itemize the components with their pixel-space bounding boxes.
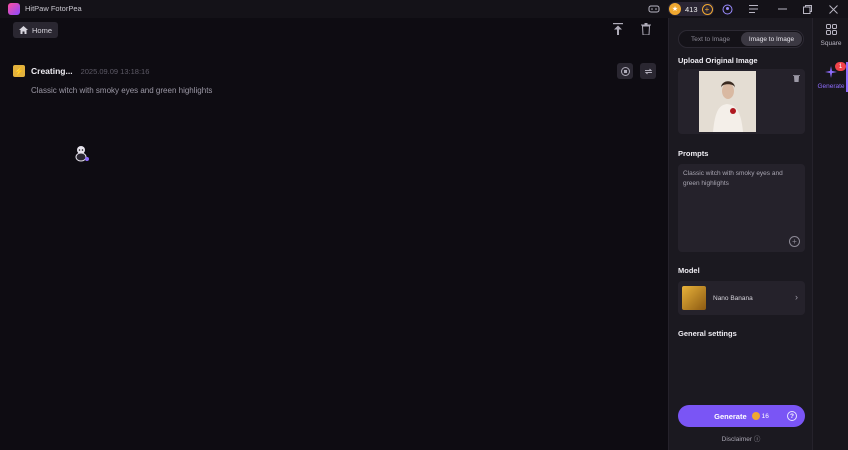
chevron-right-icon: › [795,292,798,302]
upload-icon[interactable] [611,22,625,36]
tab-text-to-image[interactable]: Text to Image [680,32,741,46]
status-timestamp: 2025.09.09 13:18:16 [80,66,150,76]
side-rail: Square Generate 1 [812,18,848,450]
remove-image-icon[interactable] [793,74,800,84]
mode-toggle: Text to Image Image to Image [678,30,804,48]
loading-mascot-icon [74,144,90,162]
model-thumbnail [682,286,706,310]
rail-item-generate[interactable]: Generate 1 [813,62,848,90]
trash-icon[interactable] [639,22,653,36]
coin-icon [751,412,760,420]
upload-dropzone[interactable] [678,69,805,134]
rail-label-generate: Generate [817,83,845,90]
restore-icon[interactable] [800,2,814,16]
home-button[interactable]: Home [13,22,59,38]
upload-title: Upload Original Image [678,56,758,65]
generate-cost: 16 [761,412,769,420]
add-prompt-icon[interactable]: + [789,236,800,247]
menu-icon[interactable] [746,2,760,16]
settings-panel: Text to Image Image to Image Upload Orig… [668,18,812,450]
uploaded-image [699,71,756,132]
title-bar: HitPaw FotorPea ★ 413 + [0,0,848,18]
grid-icon [813,24,848,38]
general-settings-title: General settings [678,329,737,338]
add-coins-button[interactable]: + [701,3,713,15]
prompt-value: Classic witch with smoky eyes and green … [683,170,783,187]
prompt-textarea[interactable]: Classic witch with smoky eyes and green … [678,164,805,252]
gamepad-icon[interactable] [647,2,661,16]
generate-label: Generate [714,411,747,421]
close-icon[interactable] [826,2,840,16]
main-area: Home ⚡ Creating... 2025.09.09 13:18:16 C… [0,18,668,450]
model-selector[interactable]: Nano Banana › [678,281,805,315]
generation-prompt: Classic witch with smoky eyes and green … [31,86,213,95]
model-title: Model [678,266,700,275]
status-label: Creating... [31,66,73,76]
disclaimer-link[interactable]: Disclaimer ⓘ [669,433,813,443]
tab-image-to-image[interactable]: Image to Image [741,32,802,46]
generate-button[interactable]: Generate 16 ? [678,405,805,427]
lightning-icon: ⚡ [13,65,25,77]
user-icon[interactable] [720,2,734,16]
stop-icon[interactable] [617,63,633,79]
generation-status: ⚡ Creating... 2025.09.09 13:18:16 [13,65,149,77]
notification-badge: 1 [835,62,846,71]
app-logo-icon [8,3,20,15]
coin-count: 413 [685,4,698,14]
rail-item-square[interactable]: Square [813,24,848,47]
app-title: HitPaw FotorPea [25,4,82,13]
regenerate-icon[interactable] [640,63,656,79]
home-icon [19,26,28,34]
coin-balance[interactable]: ★ 413 + [668,2,714,16]
help-icon[interactable]: ? [787,411,797,421]
minimize-icon[interactable] [775,2,789,16]
home-label: Home [32,25,53,35]
coin-icon: ★ [669,3,681,15]
rail-label-square: Square [820,40,842,47]
model-name: Nano Banana [713,294,753,302]
prompts-title: Prompts [678,149,709,158]
